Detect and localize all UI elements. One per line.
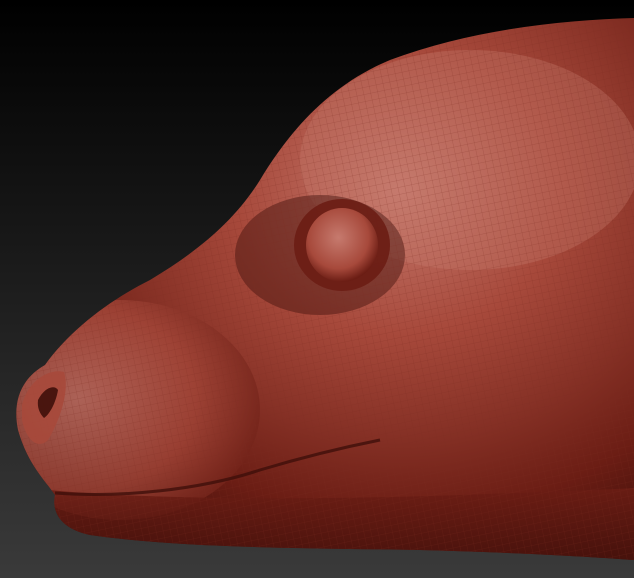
eye-shape xyxy=(306,208,378,282)
viewport-canvas[interactable] xyxy=(0,0,634,578)
sculpt-render xyxy=(0,0,634,578)
